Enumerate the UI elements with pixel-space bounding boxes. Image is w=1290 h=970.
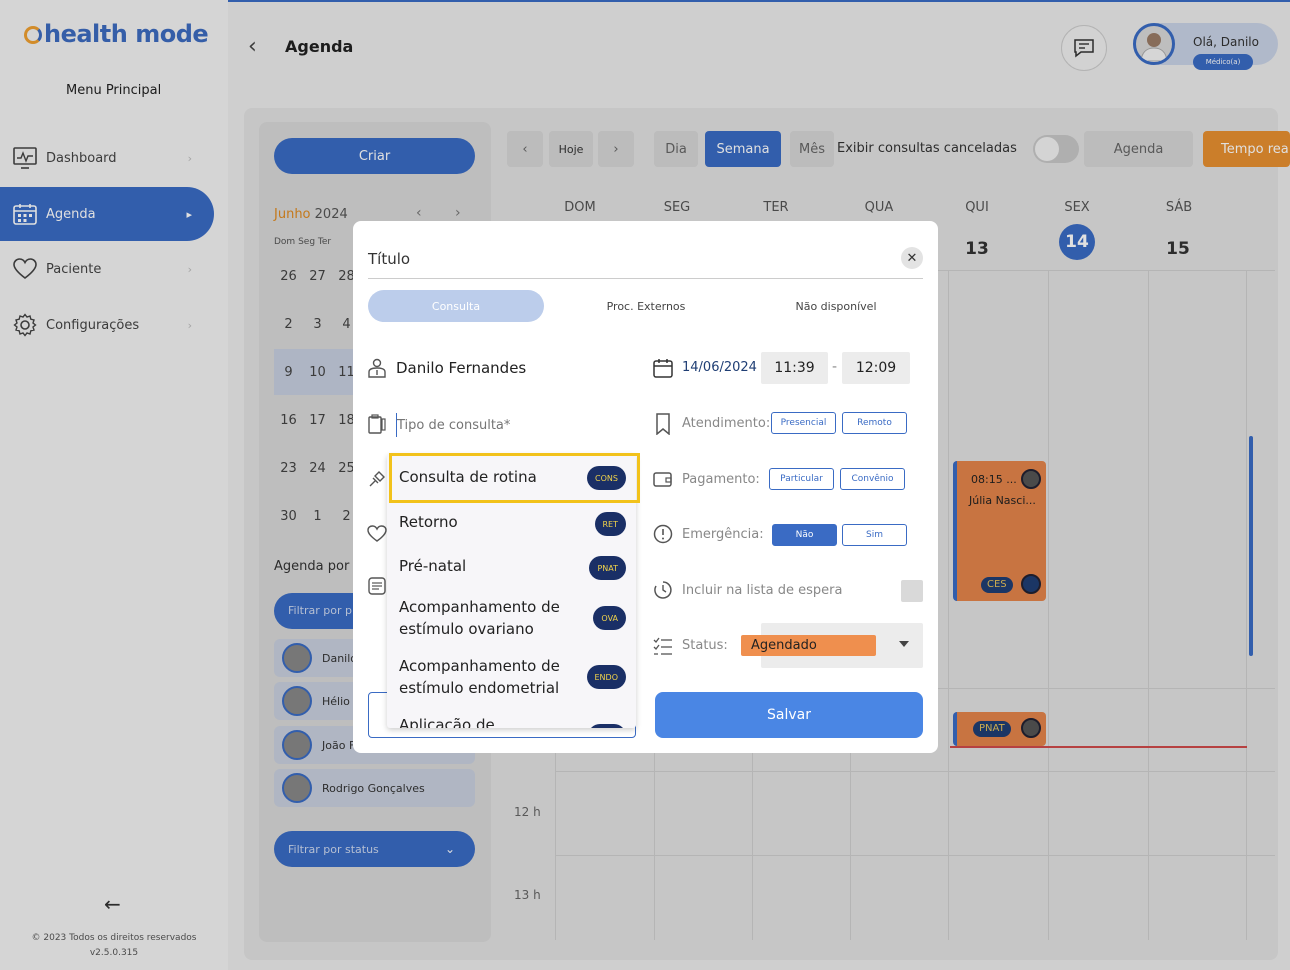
checklist-icon (652, 635, 674, 657)
espera-label: Incluir na lista de espera (682, 583, 843, 598)
atendimento-presencial-chip[interactable]: Presencial (771, 412, 836, 434)
alert-icon (652, 523, 674, 545)
tab-nao-disponivel[interactable]: Não disponível (748, 290, 924, 322)
option-label: Acompanhamento de estímulo endometrial (399, 657, 560, 697)
close-button[interactable]: ✕ (901, 247, 923, 269)
option-label: Aplicação de (399, 716, 495, 728)
heart-icon (366, 523, 388, 545)
option-badge (588, 724, 626, 728)
emergencia-nao-chip[interactable]: Não (772, 524, 837, 546)
status-label: Status: (682, 638, 728, 653)
appointment-date[interactable]: 14/06/2024 , (682, 360, 765, 375)
bookmark-icon (652, 413, 674, 435)
wallet-icon (652, 468, 674, 490)
dropdown-option[interactable]: Pré-natal PNAT (387, 546, 636, 590)
dropdown-option[interactable]: Acompanhamento de estímulo ovariano OVA (387, 590, 636, 650)
tab-consulta[interactable]: Consulta (368, 290, 544, 322)
pagamento-convenio-chip[interactable]: Convênio (840, 468, 905, 490)
pagamento-particular-chip[interactable]: Particular (769, 468, 834, 490)
notes-icon (366, 575, 388, 597)
title-underline (368, 278, 923, 279)
caret-down-icon[interactable] (899, 641, 909, 647)
atendimento-remoto-chip[interactable]: Remoto (842, 412, 907, 434)
dropdown-option[interactable]: Acompanhamento de estímulo endometrial E… (387, 650, 636, 708)
start-time-input[interactable]: 11:39 (761, 352, 828, 384)
waitlist-checkbox[interactable] (901, 580, 923, 602)
pagamento-label: Pagamento: (682, 472, 760, 487)
option-badge: RET (594, 512, 626, 536)
modal-title-field[interactable]: Título (368, 250, 410, 268)
option-badge: ENDO (586, 665, 626, 689)
option-badge: OVA (593, 606, 626, 630)
close-icon: ✕ (906, 250, 918, 266)
wait-clock-icon (652, 579, 674, 601)
time-separator: - (832, 359, 838, 375)
option-badge: PNAT (589, 556, 626, 580)
clipboard-icon (366, 413, 388, 435)
doctor-icon (366, 357, 388, 379)
end-time-input[interactable]: 12:09 (842, 352, 910, 384)
dropdown-option[interactable]: Aplicação de (387, 708, 636, 728)
highlighted-option-frame (389, 453, 640, 503)
consultation-type-input[interactable] (396, 413, 626, 437)
calendar-icon (652, 357, 674, 379)
emergencia-sim-chip[interactable]: Sim (842, 524, 907, 546)
option-label: Pré-natal (399, 557, 467, 575)
status-selected-value[interactable]: Agendado (741, 635, 876, 656)
atendimento-label: Atendimento: (682, 416, 771, 431)
option-label: Retorno (399, 513, 458, 531)
tab-proc-externos[interactable]: Proc. Externos (558, 290, 734, 322)
save-button[interactable]: Salvar (655, 692, 923, 738)
option-label: Acompanhamento de estímulo ovariano (399, 598, 560, 638)
emergencia-label: Emergência: (682, 527, 764, 542)
syringe-icon (366, 468, 388, 490)
doctor-name: Danilo Fernandes (396, 359, 527, 377)
dropdown-option[interactable]: Retorno RET (387, 502, 636, 546)
